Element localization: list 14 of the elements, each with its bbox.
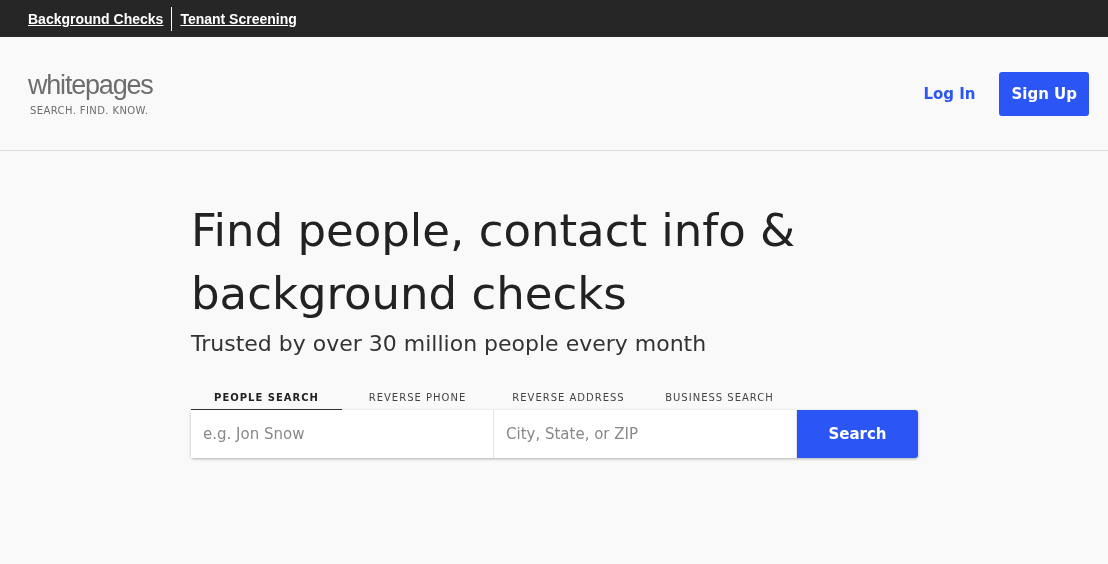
logo[interactable]: whitepages <box>28 71 153 99</box>
search-tab[interactable]: BUSINESS SEARCH <box>644 384 795 410</box>
hero-title: Find people, contact info & background checks <box>191 203 797 322</box>
hero-subtitle: Trusted by over 30 million people every month <box>191 331 708 356</box>
login-link[interactable]: Log In <box>923 84 976 103</box>
location-field[interactable]: City, State, or ZIP <box>494 410 797 458</box>
search-tab[interactable]: REVERSE ADDRESS <box>493 384 644 410</box>
signup-button[interactable]: Sign Up <box>999 71 1089 116</box>
top-nav-link[interactable]: Background Checks <box>28 10 164 27</box>
top-nav-link[interactable]: Tenant Screening <box>180 10 297 27</box>
logo-tagline: SEARCH. FIND. KNOW. <box>29 104 150 116</box>
search-tab[interactable]: REVERSE PHONE <box>342 384 493 410</box>
name-field[interactable]: e.g. Jon Snow <box>191 410 494 458</box>
search-button[interactable]: Search <box>797 410 918 458</box>
